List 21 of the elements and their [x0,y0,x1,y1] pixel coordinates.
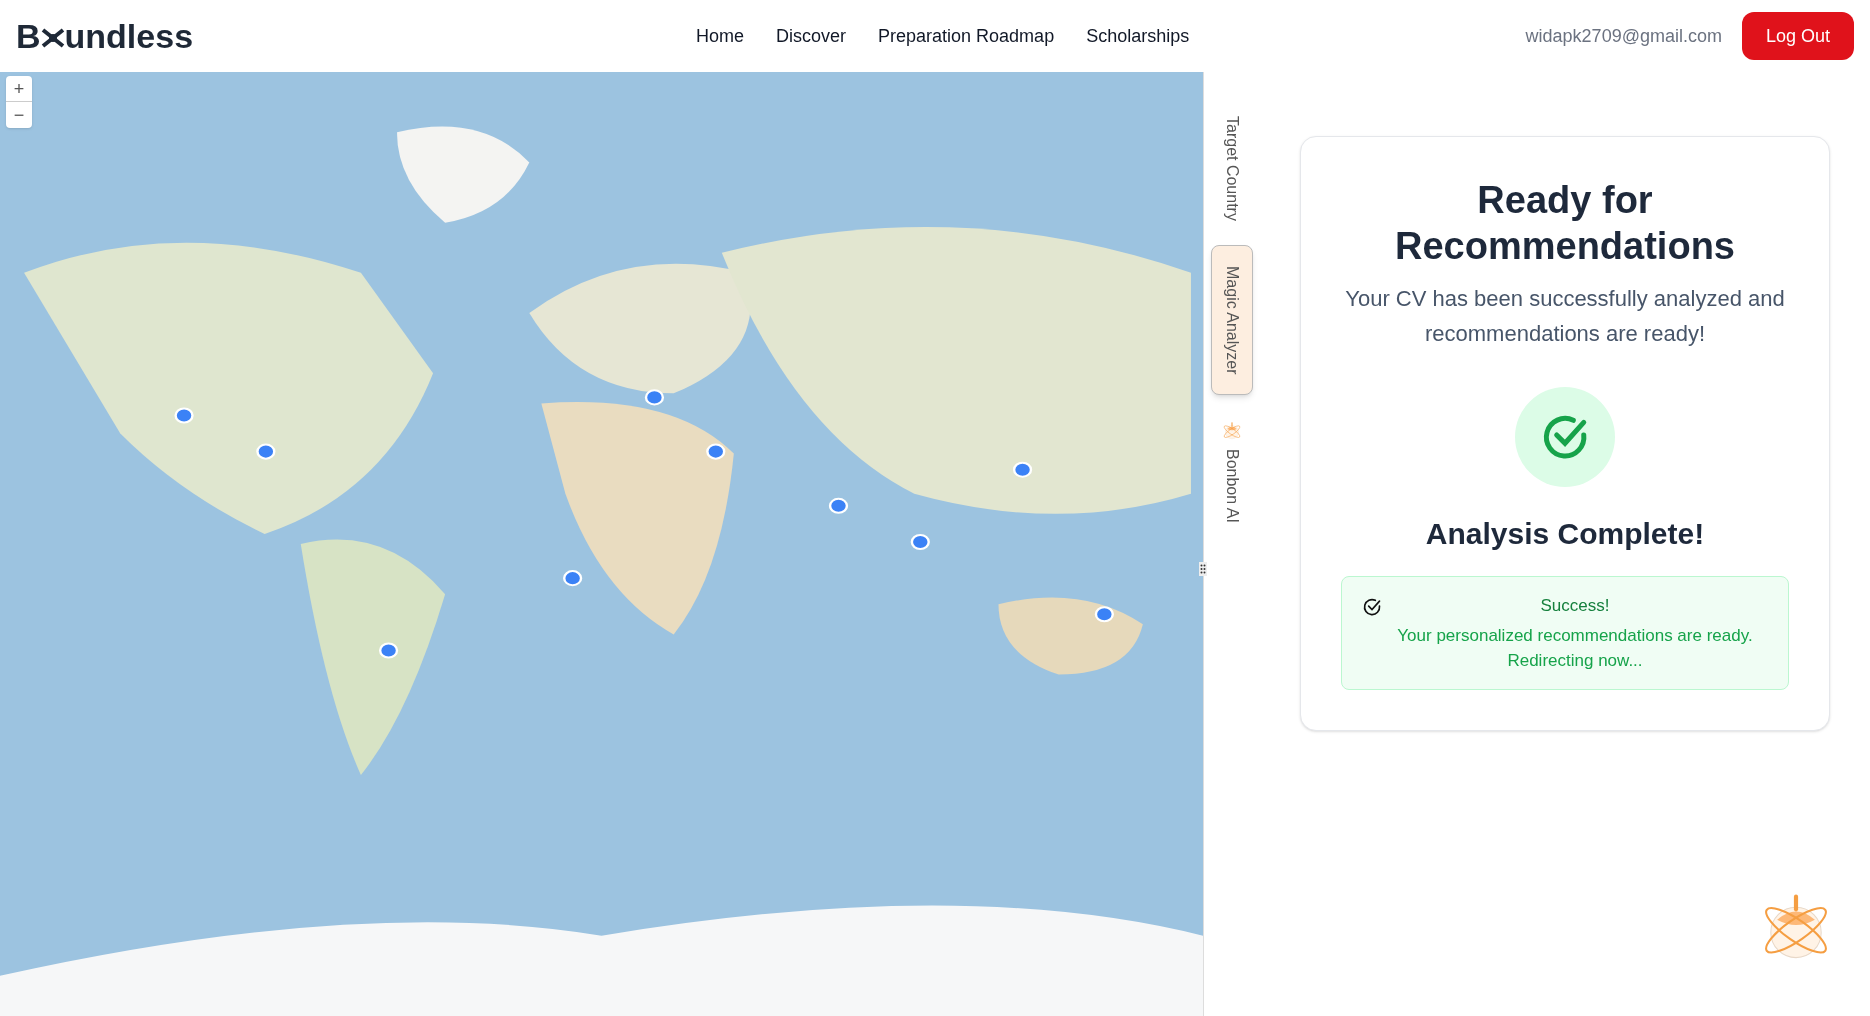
nav-link[interactable]: Scholarships [1086,22,1190,50]
logo-text: B [16,15,41,57]
logo-icon [40,26,65,50]
side-tab[interactable]: Bonbon AI [1212,411,1252,532]
card-title: Ready for Recommendations [1394,178,1736,269]
side-tab[interactable]: Magic Analyzer [1211,244,1253,396]
logout-button[interactable]: Log Out [1741,12,1854,60]
check-circle-icon [1362,597,1382,617]
status-heading: Analysis Complete! [1425,516,1705,552]
drag-handle-icon[interactable] [1199,562,1207,576]
zoom-in-button[interactable]: + [6,76,32,102]
alert-message: Your personalized recommendations are ready. Redirecting now... [1396,624,1754,672]
logo-text: undless [64,15,194,57]
nav-link[interactable]: Preparation Roadmap [878,22,1055,50]
nav-link[interactable]: Discover [776,22,847,50]
zoom-out-button[interactable]: − [6,102,32,128]
alert-title: Success! [1540,595,1610,617]
user-email: widapk2709@gmail.com [1525,24,1722,48]
nav-link[interactable]: Home [696,22,744,50]
side-tab[interactable]: Target Country [1212,108,1252,229]
card-subtitle: Your CV has been successfully analyzed and recommendations are ready! [1344,285,1786,348]
